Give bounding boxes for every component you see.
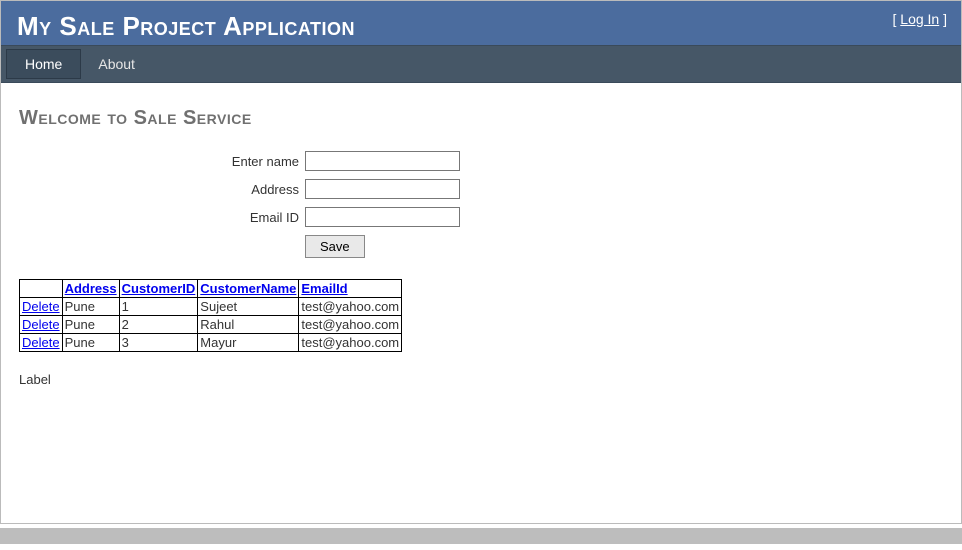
email-input[interactable] <box>305 207 460 227</box>
page-title: Welcome to Sale Service <box>19 107 943 130</box>
login-link[interactable]: Log In <box>900 11 939 27</box>
header-address[interactable]: Address <box>65 281 117 296</box>
content-area: Welcome to Sale Service Enter name Addre… <box>1 83 961 523</box>
name-label: Enter name <box>181 148 301 174</box>
nav-home[interactable]: Home <box>7 50 80 78</box>
header-customerid[interactable]: CustomerID <box>122 281 196 296</box>
login-area: [ Log In ] <box>893 11 948 27</box>
delete-link[interactable]: Delete <box>22 317 60 332</box>
cell-customername: Sujeet <box>198 298 299 316</box>
entry-form: Enter name Address Email ID Save <box>179 146 464 263</box>
table-row: Delete Pune 1 Sujeet test@yahoo.com <box>20 298 402 316</box>
table-header-row: Address CustomerID CustomerName EmailId <box>20 280 402 298</box>
name-input[interactable] <box>305 151 460 171</box>
table-row: Delete Pune 2 Rahul test@yahoo.com <box>20 316 402 334</box>
status-label: Label <box>19 372 943 387</box>
cell-address: Pune <box>62 334 119 352</box>
save-button[interactable]: Save <box>305 235 365 258</box>
header-emailid[interactable]: EmailId <box>301 281 347 296</box>
customers-table: Address CustomerID CustomerName EmailId … <box>19 279 402 352</box>
address-input[interactable] <box>305 179 460 199</box>
nav-about[interactable]: About <box>80 50 153 78</box>
cell-address: Pune <box>62 316 119 334</box>
cell-emailid: test@yahoo.com <box>299 316 402 334</box>
email-label: Email ID <box>181 204 301 230</box>
cell-customername: Rahul <box>198 316 299 334</box>
cell-customerid: 3 <box>119 334 198 352</box>
table-row: Delete Pune 3 Mayur test@yahoo.com <box>20 334 402 352</box>
cell-customername: Mayur <box>198 334 299 352</box>
delete-link[interactable]: Delete <box>22 299 60 314</box>
header-customername[interactable]: CustomerName <box>200 281 296 296</box>
app-title: My Sale Project Application <box>17 11 355 41</box>
cell-emailid: test@yahoo.com <box>299 334 402 352</box>
top-nav: Home About <box>1 45 961 83</box>
address-label: Address <box>181 176 301 202</box>
delete-link[interactable]: Delete <box>22 335 60 350</box>
cell-customerid: 1 <box>119 298 198 316</box>
header-blank <box>20 280 63 298</box>
cell-customerid: 2 <box>119 316 198 334</box>
cell-emailid: test@yahoo.com <box>299 298 402 316</box>
cell-address: Pune <box>62 298 119 316</box>
footer-strip <box>0 528 962 544</box>
app-header: My Sale Project Application [ Log In ] <box>1 1 961 45</box>
